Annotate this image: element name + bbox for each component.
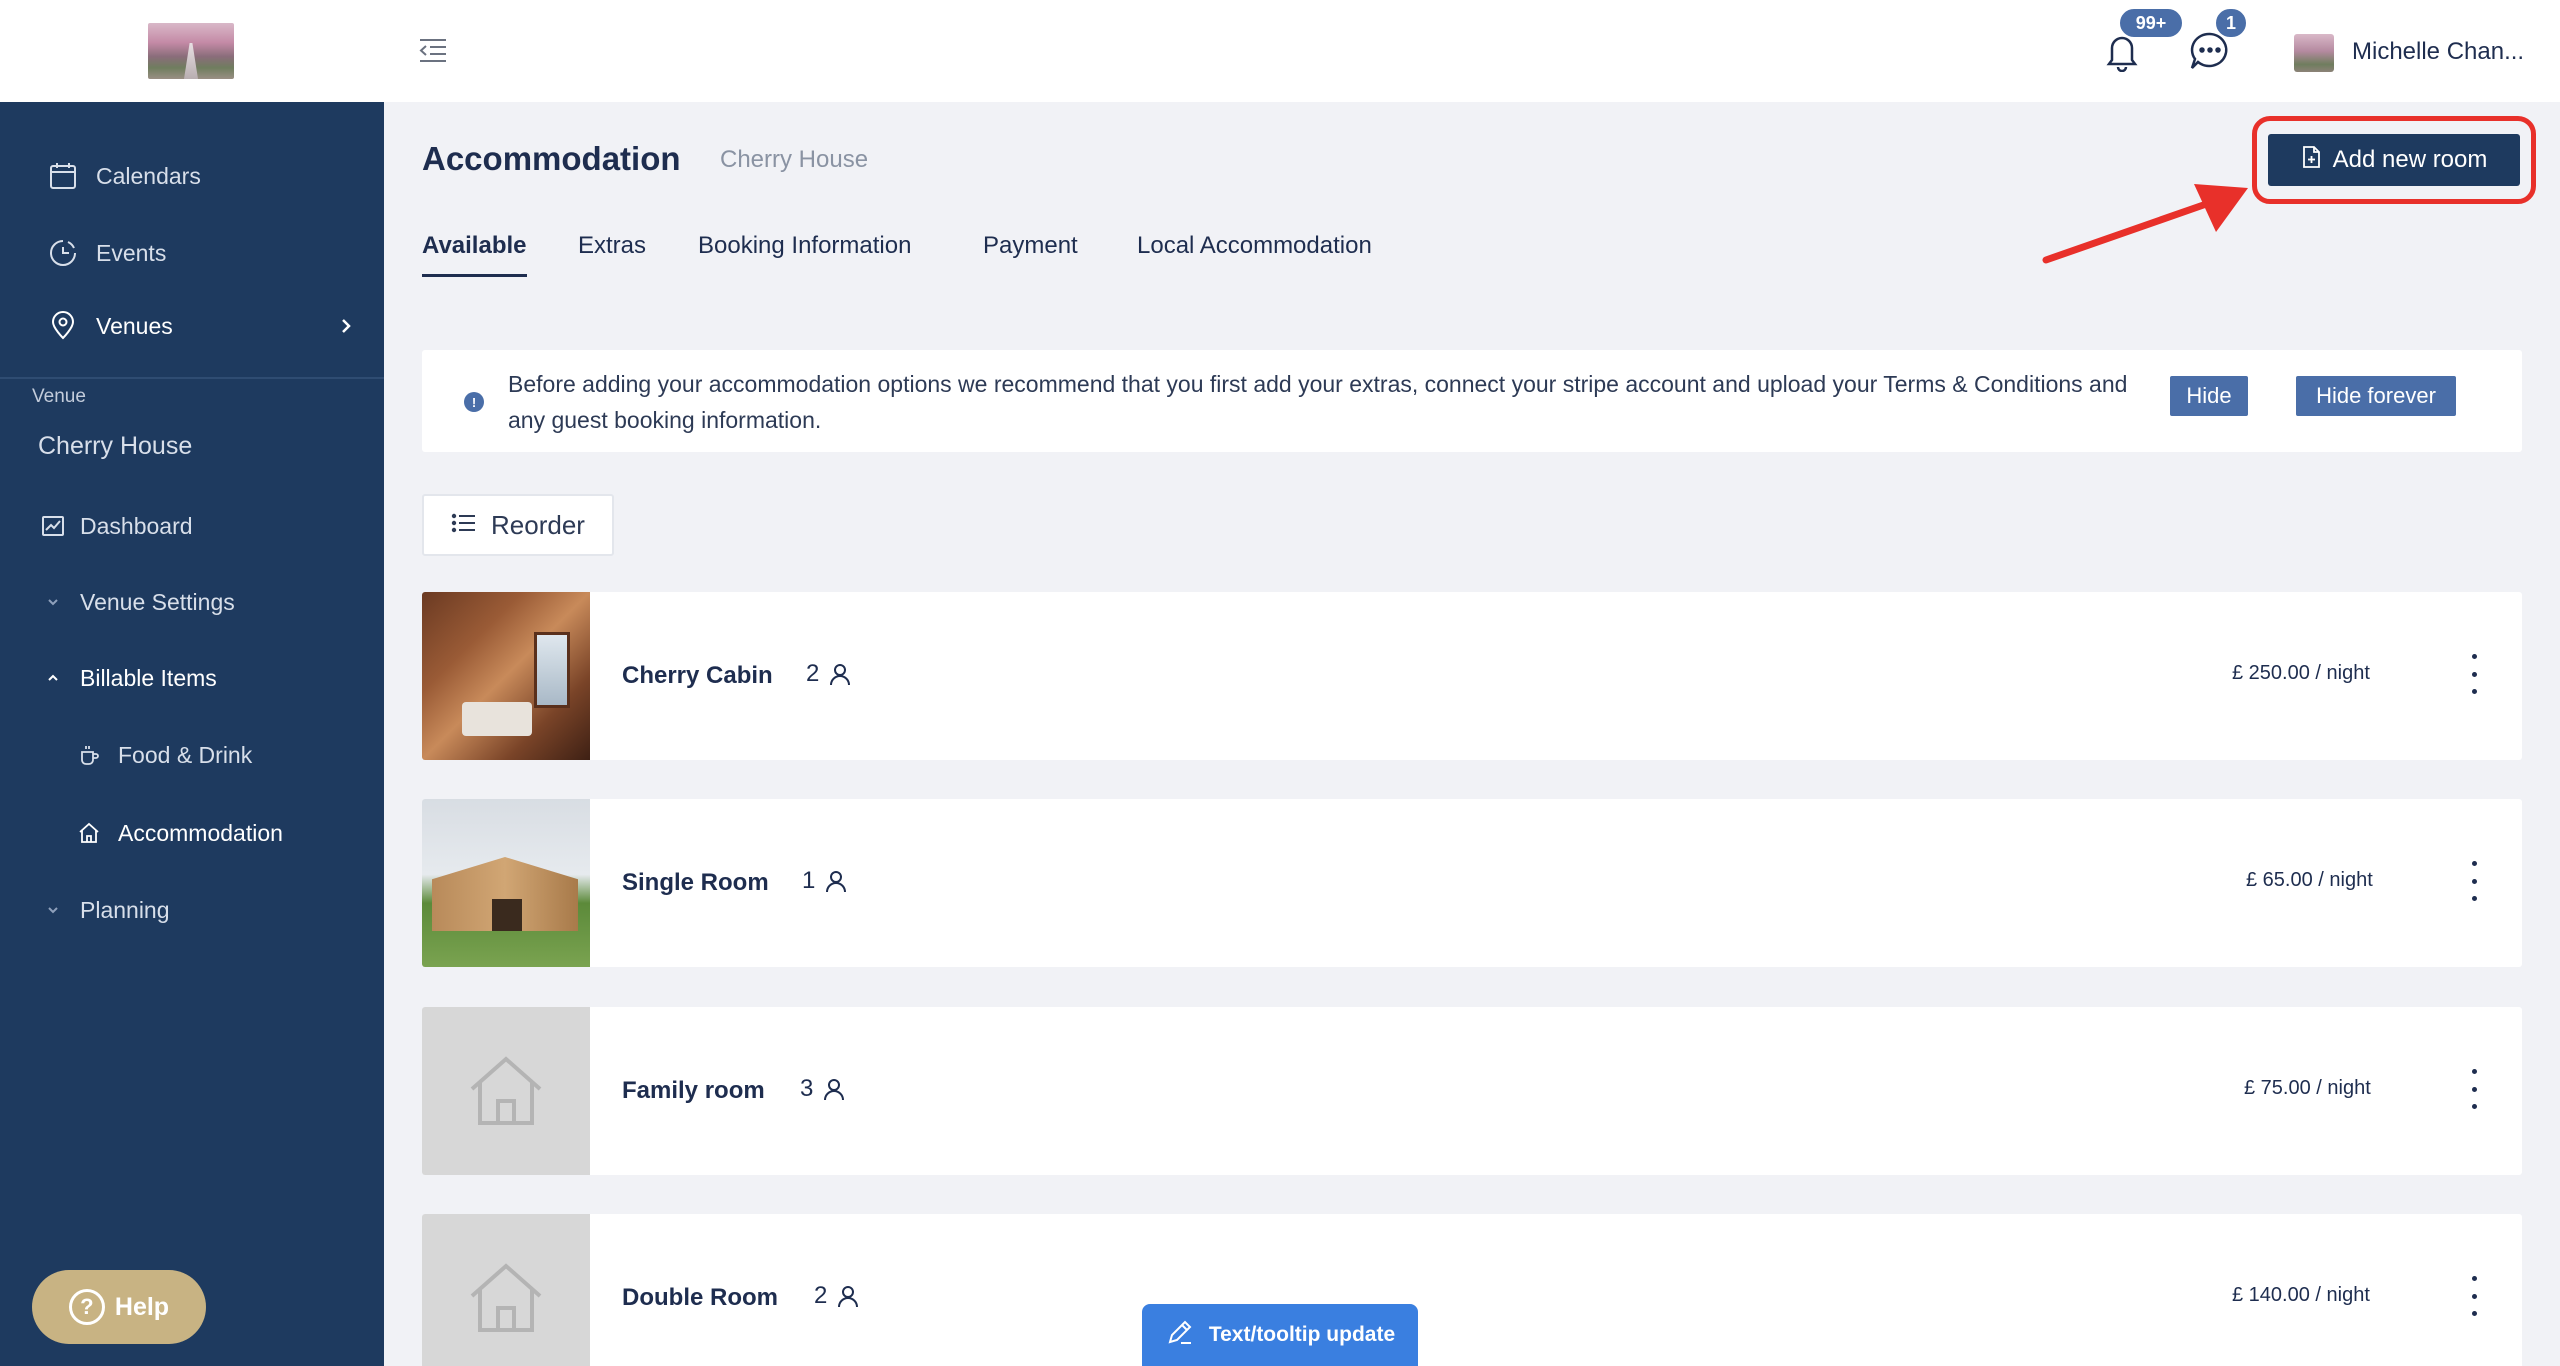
more-options-icon[interactable] xyxy=(2464,1276,2484,1316)
more-options-icon[interactable] xyxy=(2464,1069,2484,1109)
chevron-right-icon xyxy=(336,314,356,344)
logo-area xyxy=(0,0,384,102)
room-card-double-room[interactable]: Double Room 2 £ 140.00 / night xyxy=(422,1214,2522,1366)
room-card-cherry-cabin[interactable]: Cherry Cabin 2 £ 250.00 / night xyxy=(422,592,2522,760)
capacity-value: 1 xyxy=(802,867,816,894)
question-icon: ? xyxy=(68,1289,105,1325)
capacity-value: 2 xyxy=(806,660,820,687)
red-arrow-annotation xyxy=(2042,184,2248,264)
sidebar-item-calendars[interactable]: Calendars xyxy=(0,146,384,206)
person-icon xyxy=(838,1286,859,1308)
sidebar-item-accommodation[interactable]: Accommodation xyxy=(0,803,384,863)
info-icon: ! xyxy=(464,392,484,412)
home-placeholder-icon xyxy=(470,1263,542,1332)
venue-label: Venue xyxy=(32,386,86,407)
room-price: £ 140.00 / night xyxy=(2232,1284,2370,1306)
person-icon xyxy=(826,871,847,893)
tab-booking-information[interactable]: Booking Information xyxy=(698,232,911,274)
calendar-icon xyxy=(46,159,80,193)
hide-button[interactable]: Hide xyxy=(2170,376,2248,416)
room-name[interactable]: Family room xyxy=(622,1077,765,1105)
room-image-placeholder[interactable] xyxy=(422,1007,590,1175)
room-image[interactable] xyxy=(422,592,590,760)
sidebar-item-food-drink[interactable]: Food & Drink xyxy=(0,725,384,785)
room-price: £ 250.00 / night xyxy=(2232,662,2370,684)
sidebar-item-venues[interactable]: Venues xyxy=(0,296,384,356)
room-capacity: 3 xyxy=(800,1075,845,1103)
sidebar-item-label: Accommodation xyxy=(118,819,283,846)
events-icon xyxy=(46,236,80,270)
user-name[interactable]: Michelle Chan... xyxy=(2352,38,2524,66)
chevron-up-icon xyxy=(36,661,70,695)
sidebar-item-label: Events xyxy=(96,239,167,266)
chevron-down-icon xyxy=(36,893,70,927)
sidebar-item-label: Venue Settings xyxy=(80,588,235,615)
room-capacity: 1 xyxy=(802,867,847,895)
tab-extras[interactable]: Extras xyxy=(578,232,646,274)
tab-payment[interactable]: Payment xyxy=(983,232,1078,274)
collapse-menu-icon[interactable] xyxy=(416,34,450,71)
sidebar-item-billable-items[interactable]: Billable Items xyxy=(0,648,384,708)
room-name[interactable]: Single Room xyxy=(622,869,769,897)
sidebar-item-label: Dashboard xyxy=(80,512,193,539)
sidebar-item-label: Venues xyxy=(96,312,173,339)
page-subtitle: Cherry House xyxy=(720,146,869,173)
info-banner: ! Before adding your accommodation optio… xyxy=(422,350,2522,452)
venue-logo[interactable] xyxy=(148,23,234,79)
person-icon xyxy=(830,664,851,686)
highlight-box-annotation xyxy=(2252,116,2536,204)
list-icon xyxy=(451,510,477,541)
sidebar-item-dashboard[interactable]: Dashboard xyxy=(0,496,384,556)
reorder-label: Reorder xyxy=(491,509,585,540)
room-name[interactable]: Cherry Cabin xyxy=(622,662,773,690)
room-image[interactable] xyxy=(422,799,590,967)
room-name[interactable]: Double Room xyxy=(622,1284,778,1312)
room-price: £ 65.00 / night xyxy=(2246,869,2373,891)
capacity-value: 3 xyxy=(800,1075,814,1102)
sidebar-divider xyxy=(0,377,384,379)
room-image-placeholder[interactable] xyxy=(422,1214,590,1366)
sidebar-item-events[interactable]: Events xyxy=(0,223,384,283)
notification-badge: 99+ xyxy=(2118,7,2184,39)
topbar: 99+ 1 Michelle Chan... xyxy=(384,0,2560,102)
person-icon xyxy=(824,1079,845,1101)
sidebar-item-venue-settings[interactable]: Venue Settings xyxy=(0,572,384,632)
cup-icon xyxy=(72,738,106,772)
chevron-down-icon xyxy=(36,585,70,619)
room-card-single-room[interactable]: Single Room 1 £ 65.00 / night xyxy=(422,799,2522,967)
hide-forever-button[interactable]: Hide forever xyxy=(2296,376,2456,416)
sidebar-item-label: Billable Items xyxy=(80,664,217,691)
room-capacity: 2 xyxy=(806,660,851,688)
room-card-family-room[interactable]: Family room 3 £ 75.00 / night xyxy=(422,1007,2522,1175)
room-capacity: 2 xyxy=(814,1282,859,1310)
room-price: £ 75.00 / night xyxy=(2244,1077,2371,1099)
sidebar-item-label: Planning xyxy=(80,896,170,923)
avatar[interactable] xyxy=(2294,34,2334,72)
venue-name[interactable]: Cherry House xyxy=(38,432,192,461)
sidebar-item-label: Food & Drink xyxy=(118,741,253,768)
tab-available[interactable]: Available xyxy=(422,232,527,277)
chart-icon xyxy=(36,509,70,543)
page-title: Accommodation xyxy=(422,140,681,177)
tab-local-accommodation[interactable]: Local Accommodation xyxy=(1137,232,1372,274)
sidebar-item-planning[interactable]: Planning xyxy=(0,880,384,940)
help-button[interactable]: ? Help xyxy=(32,1270,206,1344)
home-placeholder-icon xyxy=(470,1056,542,1125)
feedback-label: Text/tooltip update xyxy=(1208,1323,1396,1346)
capacity-value: 2 xyxy=(814,1282,828,1309)
banner-text: Before adding your accommodation options… xyxy=(508,371,2128,433)
help-label: Help xyxy=(114,1292,170,1321)
message-badge: 1 xyxy=(2214,7,2248,39)
sidebar: Calendars Events Venues Venue Cherry Hou… xyxy=(0,0,384,1366)
reorder-button[interactable]: Reorder xyxy=(422,494,614,556)
pencil-icon xyxy=(1165,1317,1195,1353)
more-options-icon[interactable] xyxy=(2464,861,2484,901)
sidebar-item-label: Calendars xyxy=(96,162,201,189)
location-pin-icon xyxy=(46,309,80,343)
home-icon xyxy=(72,816,106,850)
more-options-icon[interactable] xyxy=(2464,654,2484,694)
text-tooltip-update-button[interactable]: Text/tooltip update xyxy=(1142,1304,1418,1366)
